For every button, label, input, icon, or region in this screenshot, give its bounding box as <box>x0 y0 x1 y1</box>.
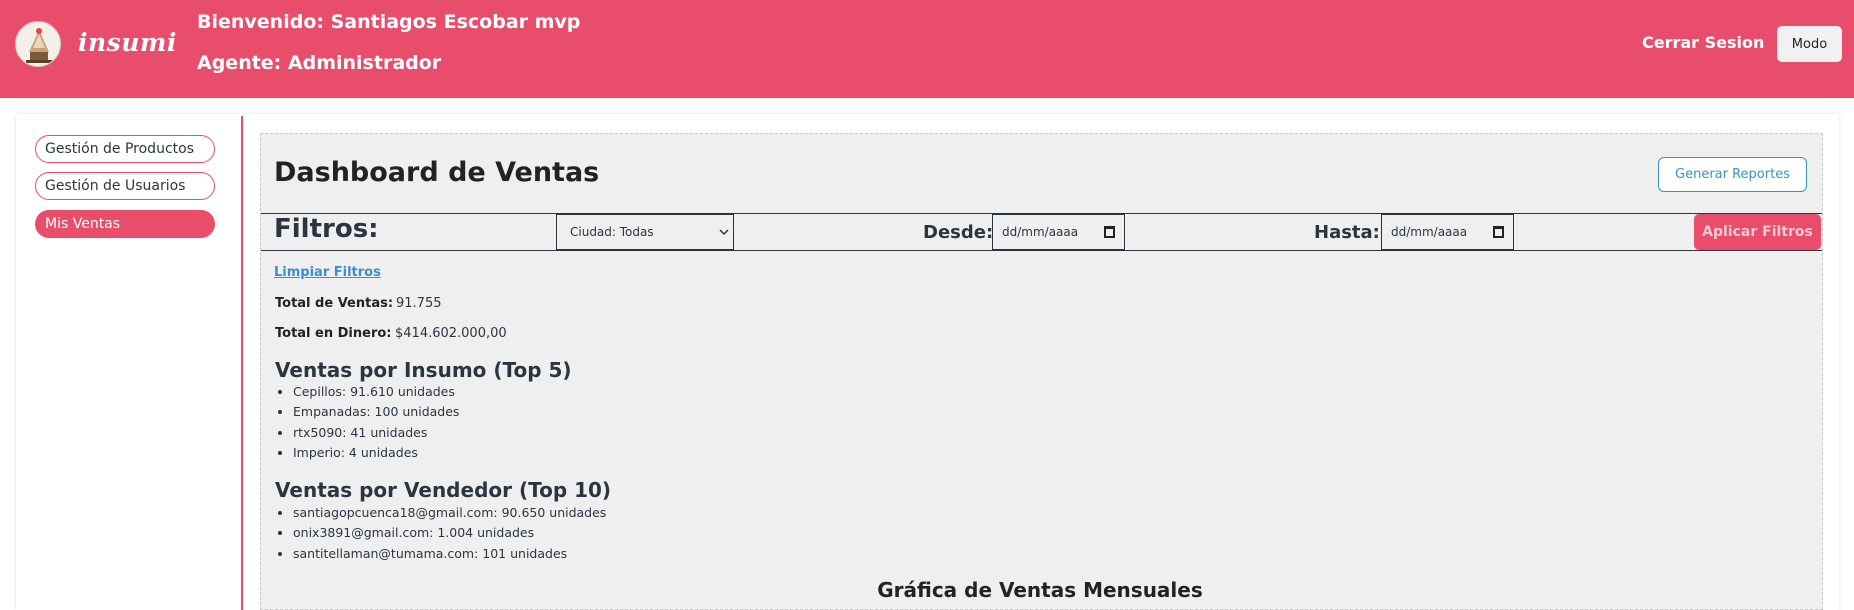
sidebar-item-users[interactable]: Gestión de Usuarios <box>35 172 215 200</box>
mode-toggle-button[interactable]: Modo <box>1777 26 1842 62</box>
agent-role-text: Agente: Administrador <box>197 52 442 74</box>
to-date-input[interactable]: dd/mm/aaaa <box>1381 214 1514 250</box>
sales-by-seller-heading: Ventas por Vendedor (Top 10) <box>275 478 612 502</box>
sidebar-item-my-sales[interactable]: Mis Ventas <box>35 210 215 238</box>
monthly-sales-chart-title: Gráfica de Ventas Mensuales <box>877 578 1203 602</box>
welcome-text: Bienvenido: Santiagos Escobar mvp <box>197 11 581 33</box>
calendar-icon[interactable] <box>1104 226 1115 238</box>
sidebar-divider <box>241 116 243 610</box>
from-date-placeholder: dd/mm/aaaa <box>1002 225 1079 239</box>
generate-reports-button[interactable]: Generar Reportes <box>1658 157 1807 192</box>
clear-filters-link[interactable]: Limpiar Filtros <box>274 265 381 280</box>
apply-filters-button[interactable]: Aplicar Filtros <box>1694 214 1821 250</box>
list-item: Cepillos: 91.610 unidades <box>293 382 459 402</box>
brand-logo-text: insumi <box>78 28 177 57</box>
logout-link[interactable]: Cerrar Sesion <box>1642 33 1764 52</box>
list-item: onix3891@gmail.com: 1.004 unidades <box>293 523 606 543</box>
calendar-icon[interactable] <box>1493 226 1504 238</box>
logo-image <box>15 21 61 67</box>
sales-by-supply-list: Cepillos: 91.610 unidades Empanadas: 100… <box>293 382 459 464</box>
city-select[interactable]: Ciudad: Todas <box>556 214 734 250</box>
city-select-value: Ciudad: Todas <box>570 225 654 239</box>
list-item: rtx5090: 41 unidades <box>293 423 459 443</box>
to-date-placeholder: dd/mm/aaaa <box>1391 225 1468 239</box>
sales-by-supply-heading: Ventas por Insumo (Top 5) <box>275 358 572 382</box>
top-header: insumi Bienvenido: Santiagos Escobar mvp… <box>0 0 1854 98</box>
total-money-label: Total en Dinero: <box>275 326 392 341</box>
total-sales-label: Total de Ventas: <box>275 296 394 311</box>
from-date-label: Desde: <box>923 222 994 243</box>
total-money-value: $414.602.000,00 <box>395 326 507 341</box>
sidebar-item-products[interactable]: Gestión de Productos <box>35 135 215 163</box>
total-sales-value: 91.755 <box>396 296 442 311</box>
from-date-input[interactable]: dd/mm/aaaa <box>992 214 1125 250</box>
to-date-label: Hasta: <box>1314 222 1380 243</box>
list-item: santiagopcuenca18@gmail.com: 90.650 unid… <box>293 503 606 523</box>
list-item: Empanadas: 100 unidades <box>293 402 459 422</box>
list-item: Imperio: 4 unidades <box>293 443 459 463</box>
list-item: santitellaman@tumama.com: 101 unidades <box>293 544 606 564</box>
chevron-down-icon <box>719 229 729 236</box>
filters-heading: Filtros: <box>274 214 379 244</box>
page-title: Dashboard de Ventas <box>274 157 600 188</box>
sales-by-seller-list: santiagopcuenca18@gmail.com: 90.650 unid… <box>293 503 606 564</box>
